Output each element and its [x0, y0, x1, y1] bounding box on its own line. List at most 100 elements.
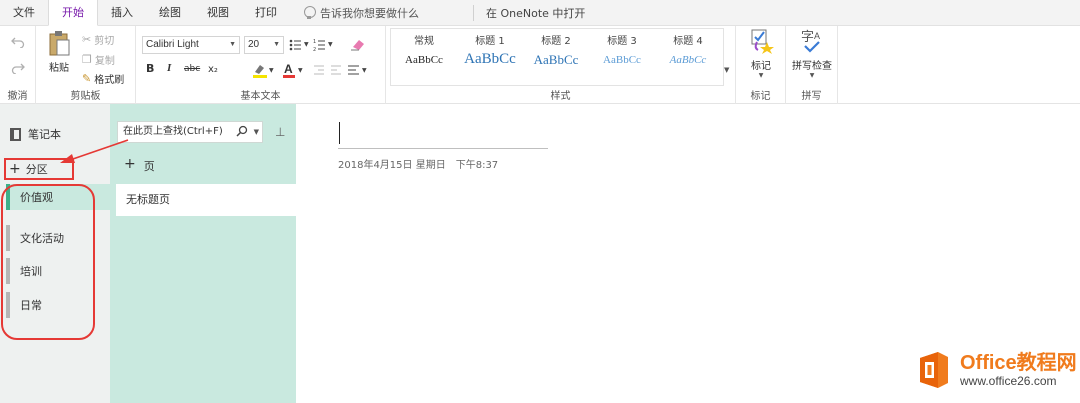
undo-group: 撤消 — [0, 26, 36, 104]
style-preview: AaBbCc — [464, 51, 516, 67]
undo-icon[interactable] — [11, 36, 25, 48]
basic-text-group-label: 基本文本 — [240, 91, 281, 102]
tab-insert[interactable]: 插入 — [98, 0, 146, 26]
spell-check-icon: 字 A — [801, 30, 820, 53]
tags-group: 标记 ▼ 标记 — [736, 26, 786, 104]
add-page-button[interactable]: + 页 — [124, 156, 155, 174]
style-heading-4[interactable]: 标题 4 AaBbCc — [655, 32, 721, 82]
indent-align-icons[interactable]: ▼ — [314, 64, 374, 76]
note-date: 2018年4月15日 星期日 — [338, 160, 446, 171]
office-logo-icon — [920, 352, 948, 388]
svg-text:1: 1 — [313, 39, 316, 45]
style-heading-1[interactable]: 标题 1 AaBbCc — [457, 32, 523, 82]
tell-me-box[interactable]: 告诉我你想要做什么 — [304, 5, 419, 21]
style-preview: AaBbCc — [533, 52, 579, 67]
watermark-url: www.office26.com — [960, 374, 1057, 388]
tags-group-label: 标记 — [750, 91, 771, 102]
cut-label: 剪切 — [94, 36, 115, 47]
svg-text:▼: ▼ — [269, 67, 274, 74]
tab-view[interactable]: 视图 — [194, 0, 242, 26]
style-preview: AaBbCc — [405, 54, 443, 66]
menu-divider — [473, 4, 474, 21]
tab-print[interactable]: 打印 — [242, 0, 290, 26]
bold-button[interactable]: B — [146, 62, 154, 75]
ribbon: 撤消 粘贴 ✂ 剪切 ❐ 复制 ✎ 格式刷 剪贴板 Calibri Light — [0, 26, 1080, 104]
tag-label: 标记 — [751, 61, 771, 72]
chevron-down-icon: ▼ — [273, 41, 280, 48]
chevron-down-icon: ▼ — [229, 41, 236, 48]
add-page-label: 页 — [143, 160, 155, 173]
style-name: 标题 1 — [475, 36, 505, 47]
tag-checkbox-icon — [751, 29, 774, 54]
font-color-icon[interactable]: A ▼ — [283, 62, 309, 78]
font-size-select[interactable]: 20 ▼ — [244, 36, 284, 54]
spell-check-button[interactable]: 字 A 拼写检查 ▼ — [787, 28, 837, 79]
paste-button[interactable]: 粘贴 — [44, 30, 74, 74]
watermark: Office教程网 www.office26.com — [914, 350, 1077, 390]
spelling-group: 字 A 拼写检查 ▼ 拼写 — [786, 26, 838, 104]
spelling-group-label: 拼写 — [801, 91, 822, 102]
svg-text:▼: ▼ — [298, 67, 303, 74]
chevron-down-icon: ▼ — [758, 72, 764, 79]
annotation-oval — [1, 184, 95, 340]
chevron-down-icon: ▼ — [253, 128, 259, 136]
style-normal[interactable]: 常规 AaBbCc — [391, 32, 457, 82]
search-icon — [236, 125, 248, 137]
notebook-title[interactable]: 笔记本 — [10, 126, 61, 142]
font-size-value: 20 — [248, 39, 260, 50]
note-time: 下午8:37 — [455, 160, 499, 171]
style-heading-2[interactable]: 标题 2 AaBbCc — [523, 32, 589, 82]
style-name: 常规 — [414, 36, 434, 47]
plus-icon: + — [9, 161, 21, 177]
cut-button[interactable]: ✂ 剪切 — [82, 32, 114, 47]
italic-button[interactable]: I — [167, 62, 171, 74]
strikethrough-button[interactable]: abc — [184, 64, 200, 74]
style-preview: AaBbCc — [669, 54, 707, 66]
spell-check-label: 拼写检查 — [792, 61, 832, 72]
clipboard-group: 粘贴 ✂ 剪切 ❐ 复制 ✎ 格式刷 剪贴板 — [36, 26, 136, 104]
plus-icon: + — [124, 156, 136, 172]
page-title-input[interactable] — [338, 148, 548, 149]
add-section-button[interactable]: + 分区 — [4, 158, 74, 180]
page-search-input[interactable]: 在此页上查找(Ctrl+F) ▼ — [117, 121, 263, 143]
pin-icon[interactable]: ⊥ — [275, 125, 285, 139]
page-list-pane: 在此页上查找(Ctrl+F) ▼ ⊥ + 页 无标题页 — [110, 104, 296, 403]
notebook-pane: 笔记本 + 分区 价值观 文化活动 培训 日常 — [0, 104, 110, 403]
copy-button[interactable]: ❐ 复制 — [82, 52, 115, 67]
add-section-label: 分区 — [25, 163, 48, 176]
tab-file[interactable]: 文件 — [0, 0, 48, 26]
style-preview: AaBbCc — [603, 54, 641, 66]
tell-me-text: 告诉我你想要做什么 — [320, 6, 419, 20]
style-name: 标题 2 — [541, 36, 571, 47]
redo-icon[interactable] — [11, 62, 25, 74]
svg-text:A: A — [814, 31, 820, 41]
svg-text:2: 2 — [313, 47, 316, 52]
styles-more-icon[interactable]: ▼ — [724, 66, 729, 74]
svg-text:▼: ▼ — [304, 41, 309, 48]
style-heading-3[interactable]: 标题 3 AaBbCc — [589, 32, 655, 82]
menu-bar: 文件 开始 插入 绘图 视图 打印 告诉我你想要做什么 在 OneNote 中打… — [0, 0, 1080, 26]
tag-button[interactable]: 标记 ▼ — [744, 28, 778, 79]
brush-icon: ✎ — [82, 72, 92, 85]
note-timestamp: 2018年4月15日 星期日 下午8:37 — [338, 156, 498, 171]
undo-group-label: 撤消 — [7, 91, 28, 102]
search-placeholder: 在此页上查找(Ctrl+F) — [123, 126, 223, 137]
svg-text:A: A — [284, 62, 293, 76]
subscript-button[interactable]: x₂ — [208, 64, 218, 75]
format-painter-button[interactable]: ✎ 格式刷 — [82, 71, 124, 86]
font-name-value: Calibri Light — [146, 39, 199, 50]
highlight-icon[interactable]: ▼ — [252, 62, 278, 78]
scissors-icon: ✂ — [82, 33, 92, 46]
list-buttons[interactable]: ▼ 1 2 ▼ — [289, 38, 349, 52]
svg-text:▼: ▼ — [328, 41, 333, 48]
eraser-icon[interactable] — [350, 37, 366, 51]
notebook-icon — [10, 127, 21, 141]
format-painter-label: 格式刷 — [94, 75, 125, 86]
open-in-onenote-link[interactable]: 在 OneNote 中打开 — [486, 5, 585, 21]
tab-home[interactable]: 开始 — [48, 0, 98, 26]
font-name-select[interactable]: Calibri Light ▼ — [142, 36, 240, 54]
watermark-title: Office教程网 — [960, 352, 1077, 374]
page-item[interactable]: 无标题页 — [116, 184, 296, 216]
styles-group: 常规 AaBbCc 标题 1 AaBbCc 标题 2 AaBbCc 标题 3 A… — [386, 26, 736, 104]
tab-draw[interactable]: 绘图 — [146, 0, 194, 26]
